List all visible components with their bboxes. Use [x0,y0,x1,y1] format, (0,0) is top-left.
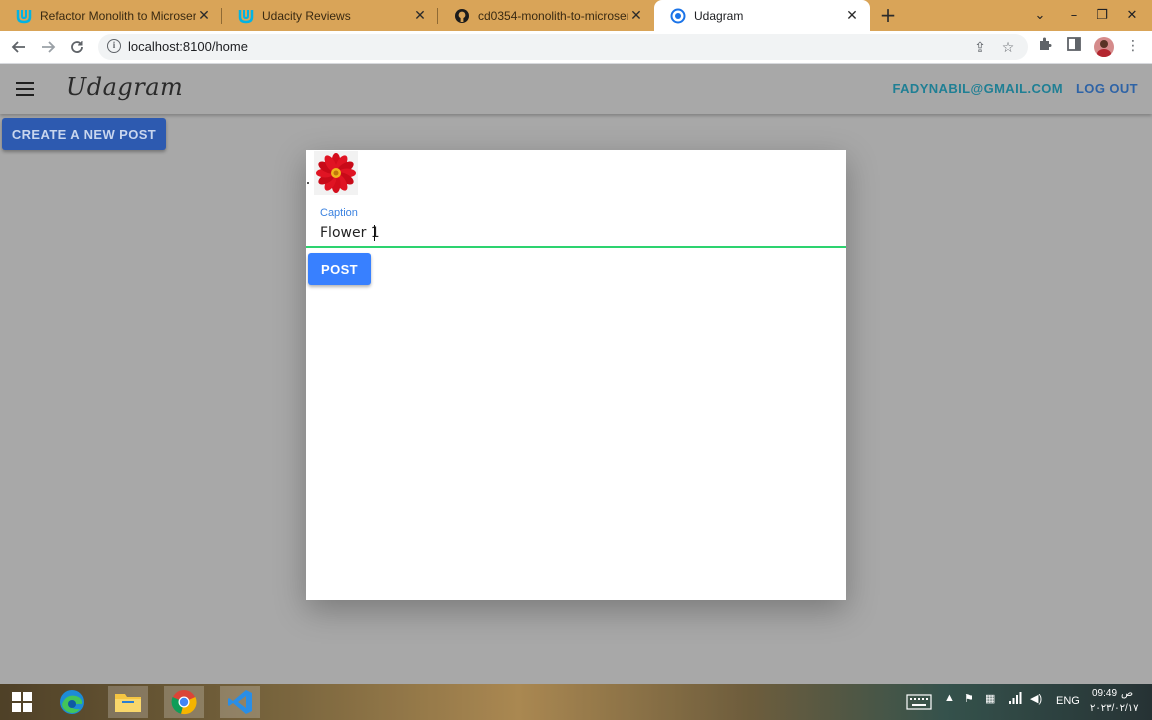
profile-avatar[interactable] [1094,37,1114,57]
tab-udagram[interactable]: Udagram ✕ [654,0,870,31]
tab-title: cd0354-monolith-to-microservic [478,8,628,23]
url-text: localhost:8100/home [128,39,248,54]
new-tab-button[interactable]: + [876,3,900,27]
restore-icon[interactable]: ❐ [1088,0,1116,31]
udacity-icon [238,8,254,24]
caption-input[interactable] [306,220,846,248]
clock-date[interactable]: ٢٠٢٣/٠٢/١٧ [1090,703,1139,714]
edge-icon[interactable] [52,686,92,718]
clock-time[interactable]: 09:49 [1092,688,1117,699]
tab-title: Refactor Monolith to Microservic [40,8,196,23]
tab-udacity-reviews[interactable]: Udacity Reviews ✕ [222,0,438,31]
language-indicator[interactable]: ENG [1056,695,1080,707]
address-bar[interactable]: i localhost:8100/home ⇪ ☆ [98,34,1028,60]
new-post-modal: Caption POST [306,150,846,600]
wifi-signal-icon[interactable] [1008,692,1022,707]
file-explorer-icon[interactable] [108,686,148,718]
browser-toolbar: i localhost:8100/home ⇪ ☆ [0,31,1152,64]
browser-tab-strip: Refactor Monolith to Microservic ✕ Udaci… [0,0,1152,31]
network-icon[interactable]: ▦ [985,692,995,705]
file-input-marker [307,182,309,184]
windows-taskbar: ▲ ⚑ ▦ ◀) ENG 09:49 ص ٢٠٢٣/٠٢/١٧ [0,684,1152,720]
image-preview [314,151,358,195]
forward-icon[interactable] [37,36,59,58]
share-icon[interactable]: ⇪ [972,40,988,56]
github-icon [454,8,470,24]
close-tab-icon[interactable]: ✕ [412,7,428,24]
reload-icon[interactable] [66,36,88,58]
chrome-icon[interactable] [164,686,204,718]
user-email-link[interactable]: FADYNABIL@GMAIL.COM [893,81,1064,96]
clock-ampm: ص [1121,688,1134,699]
app-header: Udagram FADYNABIL@GMAIL.COM LOG OUT [0,64,1152,114]
chrome-globe-icon [670,8,686,24]
chrome-menu-icon[interactable]: ⋮ [1124,37,1142,55]
site-info-icon[interactable]: i [107,39,121,53]
tab-title: Udacity Reviews [262,8,351,23]
logout-button[interactable]: LOG OUT [1076,81,1138,96]
flower-image [316,153,356,193]
post-button[interactable]: POST [308,253,371,285]
create-new-post-button[interactable]: CREATE A NEW POST [2,118,166,150]
close-tab-icon[interactable]: ✕ [196,7,212,24]
close-tab-icon[interactable]: ✕ [844,7,860,24]
close-tab-icon[interactable]: ✕ [628,7,644,24]
tab-title: Udagram [694,8,744,23]
udagram-page: Udagram FADYNABIL@GMAIL.COM LOG OUT CREA… [0,64,1152,684]
vscode-icon[interactable] [220,686,260,718]
app-brand: Udagram [66,73,184,101]
show-hidden-icons-icon[interactable]: ▲ [944,692,955,704]
minimize-icon[interactable]: – [1060,0,1088,31]
close-window-icon[interactable]: ✕ [1118,0,1146,31]
caption-label: Caption [320,207,358,219]
udacity-icon [16,8,32,24]
bookmark-star-icon[interactable]: ☆ [1000,40,1016,56]
tab-refactor-monolith[interactable]: Refactor Monolith to Microservic ✕ [0,0,222,31]
notification-flag-icon[interactable]: ⚑ [964,692,974,705]
tab-github-repo[interactable]: cd0354-monolith-to-microservic ✕ [438,0,654,31]
windows-start-icon[interactable] [2,686,42,718]
tab-search-icon[interactable]: ⌄ [1026,0,1054,31]
extensions-icon[interactable] [1036,37,1054,55]
hamburger-menu-icon[interactable] [16,82,34,96]
back-icon[interactable] [8,36,30,58]
keyboard-icon[interactable] [906,694,932,713]
text-caret [374,225,375,241]
volume-icon[interactable]: ◀) [1030,692,1042,705]
side-panel-icon[interactable] [1065,37,1083,55]
